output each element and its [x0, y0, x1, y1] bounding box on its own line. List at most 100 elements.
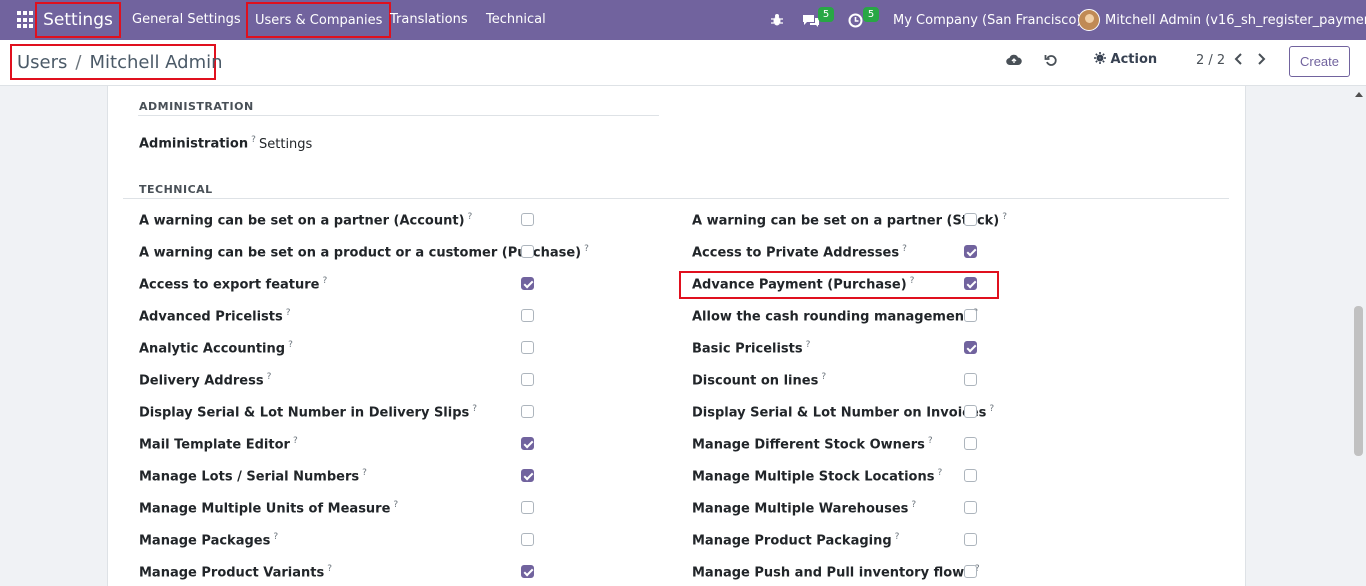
checkbox-checked[interactable]: [521, 469, 534, 482]
help-tooltip-icon[interactable]: ?: [323, 276, 328, 286]
field-label-technical: Access to export feature?: [139, 276, 328, 293]
menu-general-settings[interactable]: General Settings: [132, 12, 241, 27]
field-label-technical: Manage Product Variants?: [139, 564, 333, 581]
help-tooltip-icon[interactable]: ?: [902, 244, 907, 254]
gear-icon: [1094, 52, 1106, 64]
checkbox-checked[interactable]: [964, 341, 977, 354]
checkbox-checked[interactable]: [521, 277, 534, 290]
action-label: Action: [1110, 52, 1158, 67]
field-value-administration[interactable]: Settings: [259, 137, 312, 152]
breadcrumb-separator: /: [75, 51, 82, 73]
help-tooltip-icon[interactable]: ?: [1002, 212, 1007, 222]
field-label-technical: A warning can be set on a partner (Accou…: [139, 212, 473, 229]
breadcrumb-current: Mitchell Admin: [89, 51, 223, 73]
checkbox-unchecked[interactable]: [521, 405, 534, 418]
field-label-technical: Allow the cash rounding management?: [692, 308, 978, 324]
help-tooltip-icon[interactable]: ?: [806, 340, 811, 350]
help-tooltip-icon[interactable]: ?: [911, 500, 916, 510]
help-tooltip-icon[interactable]: ?: [895, 532, 900, 542]
field-label-technical: Delivery Address?: [139, 372, 272, 389]
field-label-technical: Manage Different Stock Owners?: [692, 436, 933, 453]
field-label-technical: Access to Private Addresses?: [692, 244, 907, 261]
control-panel: Users / Mitchell Admin Action 2 / 2 Crea…: [0, 40, 1366, 86]
scroll-up-arrow-icon[interactable]: [1355, 92, 1363, 97]
field-label-technical: Display Serial & Lot Number on Invoices?: [692, 404, 995, 421]
help-tooltip-icon[interactable]: ?: [288, 340, 293, 350]
field-label-technical: Manage Lots / Serial Numbers?: [139, 468, 367, 485]
checkbox-checked[interactable]: [964, 245, 977, 258]
activities-clock-icon[interactable]: [848, 0, 863, 40]
breadcrumb-users-link[interactable]: Users: [17, 52, 67, 73]
field-label-technical: Manage Multiple Warehouses?: [692, 500, 917, 517]
field-label-technical: Display Serial & Lot Number in Delivery …: [139, 404, 478, 421]
create-button[interactable]: Create: [1289, 46, 1350, 77]
pager-value[interactable]: 2 / 2: [1196, 53, 1225, 68]
field-label-technical: Manage Push and Pull inventory flows?: [692, 564, 980, 581]
help-tooltip-icon[interactable]: ?: [327, 564, 332, 574]
user-menu[interactable]: Mitchell Admin (v16_sh_register_payment): [1105, 13, 1366, 28]
menu-users-companies[interactable]: Users & Companies: [246, 2, 392, 38]
help-tooltip-icon[interactable]: ?: [989, 404, 994, 414]
checkbox-unchecked[interactable]: [964, 501, 977, 514]
checkbox-checked[interactable]: [521, 565, 534, 578]
help-tooltip-icon[interactable]: ?: [293, 436, 298, 446]
help-tooltip-icon[interactable]: ?: [937, 468, 942, 478]
checkbox-unchecked[interactable]: [964, 469, 977, 482]
activities-count-badge: 5: [863, 7, 879, 22]
checkbox-unchecked[interactable]: [964, 437, 977, 450]
help-tooltip-icon[interactable]: ?: [286, 308, 291, 318]
checkbox-unchecked[interactable]: [521, 533, 534, 546]
checkbox-unchecked[interactable]: [521, 373, 534, 386]
section-administration: ADMINISTRATION: [139, 100, 254, 113]
help-tooltip-icon[interactable]: ?: [472, 404, 477, 414]
company-switcher[interactable]: My Company (San Francisco): [893, 13, 1081, 28]
help-tooltip-icon[interactable]: ?: [821, 372, 826, 382]
help-tooltip-icon[interactable]: ?: [362, 468, 367, 478]
section-technical: TECHNICAL: [139, 183, 213, 196]
field-label-technical: Analytic Accounting?: [139, 340, 293, 357]
checkbox-unchecked[interactable]: [964, 373, 977, 386]
checkbox-checked[interactable]: [521, 437, 534, 450]
field-label-technical: Mail Template Editor?: [139, 436, 298, 453]
scrollbar-thumb[interactable]: [1354, 306, 1363, 456]
pager-previous-icon[interactable]: [1234, 51, 1244, 70]
field-label-technical: A warning can be set on a partner (Stock…: [692, 212, 1008, 229]
field-label-technical: Manage Product Packaging?: [692, 532, 900, 549]
checkbox-unchecked[interactable]: [521, 501, 534, 514]
checkbox-unchecked[interactable]: [964, 213, 977, 226]
field-label-technical: Advanced Pricelists?: [139, 308, 291, 325]
checkbox-unchecked[interactable]: [521, 213, 534, 226]
help-tooltip-icon[interactable]: ?: [267, 372, 272, 382]
checkbox-unchecked[interactable]: [964, 309, 977, 322]
user-avatar[interactable]: [1078, 9, 1100, 31]
field-label-technical: Discount on lines?: [692, 372, 827, 389]
help-tooltip-icon[interactable]: ?: [584, 244, 589, 254]
checkbox-unchecked[interactable]: [521, 245, 534, 258]
help-tooltip-icon[interactable]: ?: [928, 436, 933, 446]
help-tooltip-icon[interactable]: ?: [251, 135, 256, 145]
field-label-technical: Manage Packages?: [139, 532, 279, 549]
checkbox-unchecked[interactable]: [964, 405, 977, 418]
help-tooltip-icon[interactable]: ?: [468, 212, 473, 222]
field-label-technical: Basic Pricelists?: [692, 340, 811, 357]
checkbox-unchecked[interactable]: [964, 533, 977, 546]
help-tooltip-icon[interactable]: ?: [273, 532, 278, 542]
help-tooltip-icon[interactable]: ?: [393, 500, 398, 510]
breadcrumb: Users / Mitchell Admin: [10, 44, 223, 80]
save-cloud-icon[interactable]: [1005, 53, 1023, 71]
discard-undo-icon[interactable]: [1042, 53, 1060, 71]
pager-next-icon[interactable]: [1256, 51, 1266, 70]
action-menu-button[interactable]: Action: [1094, 52, 1157, 67]
field-label-technical: Manage Multiple Stock Locations?: [692, 468, 943, 485]
menu-technical[interactable]: Technical: [486, 12, 546, 27]
separator-line: [138, 115, 659, 116]
checkbox-unchecked[interactable]: [521, 309, 534, 322]
messages-icon[interactable]: [802, 0, 820, 40]
field-label-administration: Administration?: [139, 135, 256, 152]
debug-bug-icon[interactable]: [770, 0, 784, 40]
field-label-technical: Manage Multiple Units of Measure?: [139, 500, 399, 517]
checkbox-unchecked[interactable]: [521, 341, 534, 354]
checkbox-unchecked[interactable]: [964, 565, 977, 578]
separator-line: [123, 198, 1229, 199]
menu-translations[interactable]: Translations: [390, 12, 468, 27]
